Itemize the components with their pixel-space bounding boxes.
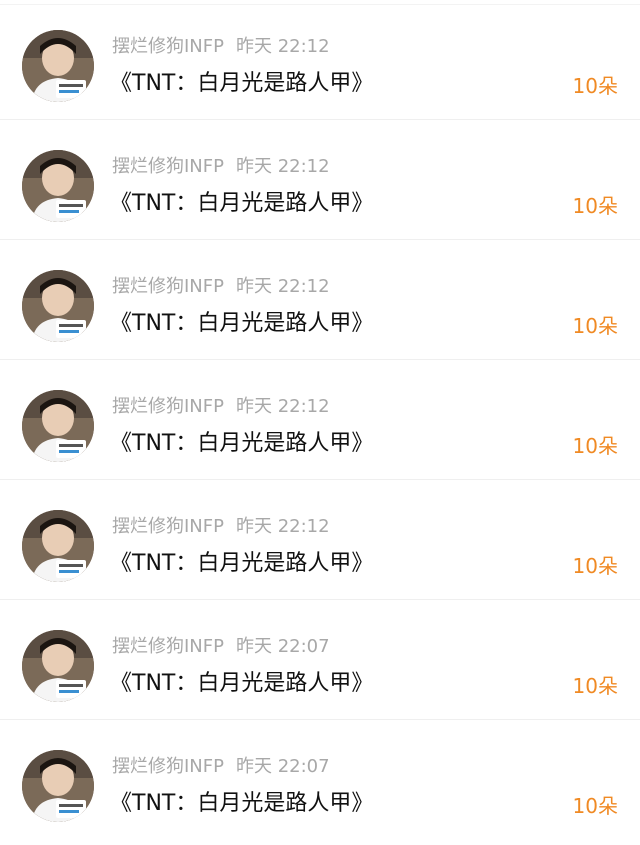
item-meta: 摆烂修狗INFP 昨天 22:12 — [112, 516, 330, 538]
list-item[interactable]: 摆烂修狗INFP 昨天 22:07 《TNT：白月光是路人甲》 10朵 — [0, 720, 640, 840]
item-meta: 摆烂修狗INFP 昨天 22:12 — [112, 276, 330, 298]
user-avatar[interactable] — [22, 390, 94, 462]
gift-count: 10朵 — [572, 554, 618, 578]
user-avatar[interactable] — [22, 750, 94, 822]
avatar-photo-icon — [22, 630, 94, 702]
list-item[interactable]: 摆烂修狗INFP 昨天 22:07 《TNT：白月光是路人甲》 10朵 — [0, 600, 640, 720]
avatar-photo-icon — [22, 750, 94, 822]
item-title: 《TNT：白月光是路人甲》 — [110, 551, 374, 576]
user-avatar[interactable] — [22, 270, 94, 342]
item-title: 《TNT：白月光是路人甲》 — [110, 311, 374, 336]
item-meta: 摆烂修狗INFP 昨天 22:12 — [112, 36, 330, 58]
list-item[interactable]: 摆烂修狗INFP 昨天 22:12 《TNT：白月光是路人甲》 10朵 — [0, 240, 640, 360]
author-name[interactable]: 摆烂修狗INFP — [112, 36, 224, 58]
author-name[interactable]: 摆烂修狗INFP — [112, 636, 224, 658]
item-title: 《TNT：白月光是路人甲》 — [110, 671, 374, 696]
avatar-photo-icon — [22, 270, 94, 342]
timestamp: 昨天 22:12 — [235, 156, 330, 177]
user-avatar[interactable] — [22, 510, 94, 582]
avatar-photo-icon — [22, 30, 94, 102]
timestamp: 昨天 22:07 — [235, 756, 330, 777]
gift-record-list: 摆烂修狗INFP 昨天 22:12 《TNT：白月光是路人甲》 10朵 摆烂修狗I… — [0, 0, 640, 845]
item-title: 《TNT：白月光是路人甲》 — [110, 191, 374, 216]
author-name[interactable]: 摆烂修狗INFP — [112, 396, 224, 418]
avatar-photo-icon — [22, 390, 94, 462]
author-name[interactable]: 摆烂修狗INFP — [112, 516, 224, 538]
gift-count: 10朵 — [572, 74, 618, 98]
user-avatar[interactable] — [22, 630, 94, 702]
list-item[interactable]: 摆烂修狗INFP 昨天 22:12 《TNT：白月光是路人甲》 10朵 — [0, 0, 640, 120]
list-item[interactable]: 摆烂修狗INFP 昨天 22:12 《TNT：白月光是路人甲》 10朵 — [0, 480, 640, 600]
item-meta: 摆烂修狗INFP 昨天 22:07 — [112, 636, 330, 658]
gift-count: 10朵 — [572, 794, 618, 818]
author-name[interactable]: 摆烂修狗INFP — [112, 156, 224, 178]
avatar-photo-icon — [22, 150, 94, 222]
item-title: 《TNT：白月光是路人甲》 — [110, 791, 374, 816]
user-avatar[interactable] — [22, 150, 94, 222]
gift-count: 10朵 — [572, 194, 618, 218]
user-avatar[interactable] — [22, 30, 94, 102]
timestamp: 昨天 22:12 — [235, 276, 330, 297]
item-title: 《TNT：白月光是路人甲》 — [110, 431, 374, 456]
item-title: 《TNT：白月光是路人甲》 — [110, 71, 374, 96]
list-item[interactable]: 摆烂修狗INFP 昨天 22:12 《TNT：白月光是路人甲》 10朵 — [0, 360, 640, 480]
gift-count: 10朵 — [572, 314, 618, 338]
timestamp: 昨天 22:07 — [235, 636, 330, 657]
gift-count: 10朵 — [572, 674, 618, 698]
item-meta: 摆烂修狗INFP 昨天 22:12 — [112, 156, 330, 178]
author-name[interactable]: 摆烂修狗INFP — [112, 756, 224, 778]
item-meta: 摆烂修狗INFP 昨天 22:07 — [112, 756, 330, 778]
item-meta: 摆烂修狗INFP 昨天 22:12 — [112, 396, 330, 418]
timestamp: 昨天 22:12 — [235, 516, 330, 537]
gift-count: 10朵 — [572, 434, 618, 458]
list-item[interactable]: 摆烂修狗INFP 昨天 22:12 《TNT：白月光是路人甲》 10朵 — [0, 120, 640, 240]
timestamp: 昨天 22:12 — [235, 36, 330, 57]
avatar-photo-icon — [22, 510, 94, 582]
author-name[interactable]: 摆烂修狗INFP — [112, 276, 224, 298]
timestamp: 昨天 22:12 — [235, 396, 330, 417]
